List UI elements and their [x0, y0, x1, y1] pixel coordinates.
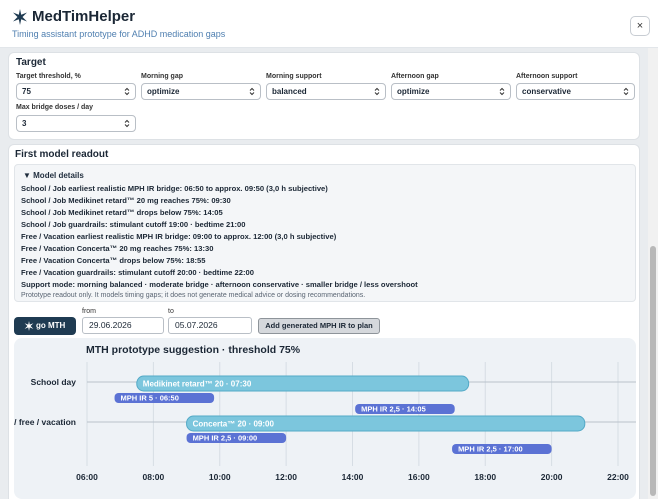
max-bridge-label: Max bridge doses / day: [16, 104, 94, 111]
chart-bars: Medikinet retard™ 20 · 07:30 MPH IR 5 · 0…: [114, 375, 586, 454]
x-tick-label: 16:00: [408, 472, 430, 482]
readout-title: First model readout: [15, 149, 109, 160]
detail-line: Free / Vacation Concerta™ drops below 75…: [21, 256, 206, 265]
morning-support-value: balanced: [272, 87, 307, 96]
dose-bar-label: MPH IR 5 · 06:50: [121, 394, 179, 403]
timeline-chart: MTH prototype suggestion · threshold 75%…: [14, 338, 636, 499]
afternoon-gap-value: optimize: [397, 87, 430, 96]
timeline-chart-svg: MTH prototype suggestion · threshold 75%…: [14, 344, 636, 482]
x-tick-label: 14:00: [342, 472, 364, 482]
detail-line: School / Job Medikinet retard™ 20 mg rea…: [21, 196, 231, 205]
to-label: to: [168, 308, 174, 315]
chevron-updown-icon: [623, 87, 629, 96]
dose-bar-label: MPH IR 2,5 · 14:05: [361, 405, 426, 414]
target-title: Target: [16, 57, 46, 68]
threshold-value: 75: [22, 87, 31, 96]
chart-x-ticks: 06:00 08:00 10:00 12:00 14:00 16:00 18:00 20:00…: [76, 472, 629, 482]
max-bridge-value: 3: [22, 119, 27, 128]
x-tick-label: 18:00: [474, 472, 496, 482]
chevron-updown-icon: [499, 87, 505, 96]
chevron-updown-icon: [124, 119, 130, 128]
row-label: / free / vacation: [14, 417, 76, 427]
chevron-updown-icon: [249, 87, 255, 96]
model-details: ▼ Model details School / Job earliest re…: [14, 164, 636, 302]
star-logo-icon: [13, 9, 27, 25]
x-tick-label: 20:00: [541, 472, 563, 482]
morning-gap-label: Morning gap: [141, 73, 183, 80]
close-button[interactable]: ×: [630, 16, 650, 36]
afternoon-support-select[interactable]: conservative: [516, 83, 635, 100]
x-tick-label: 22:00: [607, 472, 629, 482]
morning-support-select[interactable]: balanced: [266, 83, 386, 100]
dose-bar-label: Concerta™ 20 · 09:00: [193, 420, 275, 429]
chevron-updown-icon: [124, 87, 130, 96]
detail-line: School / Job guardrails: stimulant cutof…: [21, 220, 246, 229]
app-subtitle: Timing assistant prototype for ADHD medi…: [12, 29, 226, 39]
disclaimer-note: Prototype readout only. It models timing…: [21, 292, 366, 299]
scrollbar[interactable]: [648, 48, 658, 499]
chart-title: MTH prototype suggestion · threshold 75%: [86, 344, 301, 356]
dose-bar-label: MPH IR 2,5 · 09:00: [193, 434, 258, 443]
dose-bar-label: Medikinet retard™ 20 · 07:30: [143, 380, 252, 389]
go-mth-label: go MTH: [36, 321, 66, 330]
from-date-input[interactable]: 29.06.2026: [82, 317, 164, 334]
add-mph-ir-button[interactable]: Add generated MPH IR to plan: [258, 318, 380, 334]
x-tick-label: 10:00: [209, 472, 231, 482]
afternoon-support-value: conservative: [522, 87, 571, 96]
detail-line: School / Job Medikinet retard™ drops bel…: [21, 208, 223, 217]
morning-gap-select[interactable]: optimize: [141, 83, 261, 100]
morning-gap-value: optimize: [147, 87, 180, 96]
detail-line: School / Job earliest realistic MPH IR b…: [21, 184, 328, 193]
x-tick-label: 06:00: [76, 472, 98, 482]
detail-line: Free / Vacation Concerta™ 20 mg reaches …: [21, 244, 214, 253]
detail-line: Free / Vacation guardrails: stimulant cu…: [21, 268, 254, 277]
afternoon-gap-label: Afternoon gap: [391, 73, 439, 80]
detail-line: Support mode: morning balanced · moderat…: [21, 280, 418, 289]
x-tick-label: 12:00: [275, 472, 297, 482]
chart-row-labels: School day / free / vacation: [14, 377, 76, 427]
threshold-select[interactable]: 75: [16, 83, 136, 100]
from-label: from: [82, 308, 96, 315]
scrollbar-thumb[interactable]: [650, 246, 656, 496]
chevron-updown-icon: [374, 87, 380, 96]
morning-support-label: Morning support: [266, 73, 322, 80]
star-icon: [24, 321, 34, 331]
x-tick-label: 08:00: [143, 472, 165, 482]
app-header: MedTimHelper Timing assistant prototype …: [0, 0, 658, 48]
threshold-label: Target threshold, %: [16, 73, 81, 80]
afternoon-support-label: Afternoon support: [516, 73, 578, 80]
to-date-input[interactable]: 05.07.2026: [168, 317, 252, 334]
target-panel: Target Target threshold, % 75 Morning ga…: [8, 52, 640, 140]
detail-line: Free / Vacation earliest realistic MPH I…: [21, 232, 337, 241]
afternoon-gap-select[interactable]: optimize: [391, 83, 511, 100]
model-details-toggle[interactable]: ▼ Model details: [23, 171, 84, 180]
dose-bar-label: MPH IR 2,5 · 17:00: [458, 445, 523, 454]
go-mth-button[interactable]: go MTH: [14, 317, 76, 335]
max-bridge-select[interactable]: 3: [16, 115, 136, 132]
app-title: MedTimHelper: [32, 8, 136, 25]
row-label: School day: [31, 377, 77, 387]
